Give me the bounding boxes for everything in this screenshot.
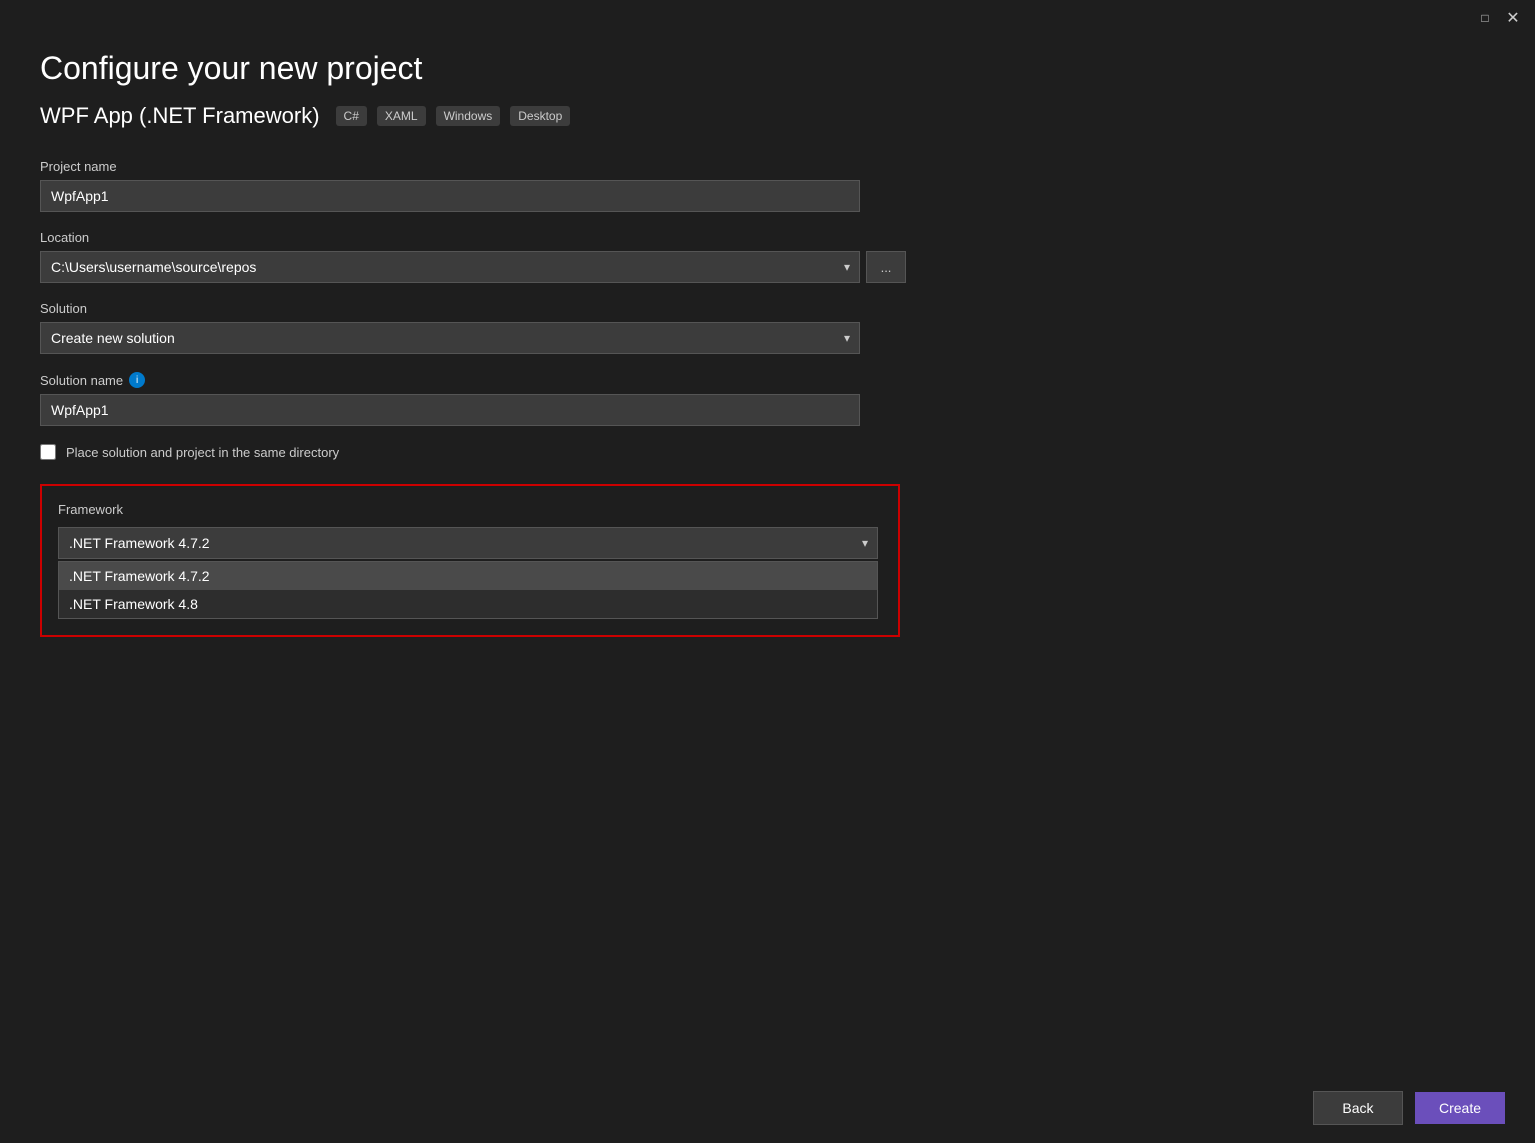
- framework-select-wrapper: .NET Framework 4.7.2.NET Framework 4.8: [58, 527, 878, 559]
- framework-section: Framework .NET Framework 4.7.2.NET Frame…: [40, 484, 900, 637]
- same-directory-checkbox[interactable]: [40, 444, 56, 460]
- solution-name-group: Solution name i: [40, 372, 1495, 426]
- location-select[interactable]: C:\Users\username\source\repos: [40, 251, 860, 283]
- solution-group: Solution Create new solutionAdd to solut…: [40, 301, 1495, 354]
- framework-option-472[interactable]: .NET Framework 4.7.2: [59, 562, 877, 590]
- framework-dropdown-list: .NET Framework 4.7.2 .NET Framework 4.8: [58, 561, 878, 619]
- solution-name-label: Solution name i: [40, 372, 1495, 388]
- tag-desktop: Desktop: [510, 106, 570, 126]
- project-name-input[interactable]: [40, 180, 860, 212]
- location-row: C:\Users\username\source\repos ...: [40, 251, 1495, 283]
- location-label: Location: [40, 230, 1495, 245]
- maximize-button[interactable]: □: [1475, 8, 1495, 28]
- framework-select[interactable]: .NET Framework 4.7.2.NET Framework 4.8: [58, 527, 878, 559]
- framework-option-48[interactable]: .NET Framework 4.8: [59, 590, 877, 618]
- project-type-name: WPF App (.NET Framework): [40, 103, 320, 129]
- create-button[interactable]: Create: [1415, 1092, 1505, 1124]
- title-bar: □ ✕: [1463, 0, 1535, 36]
- tag-xaml: XAML: [377, 106, 426, 126]
- back-button[interactable]: Back: [1313, 1091, 1403, 1125]
- main-content: Configure your new project WPF App (.NET…: [40, 40, 1495, 1063]
- solution-label: Solution: [40, 301, 1495, 316]
- same-directory-row: Place solution and project in the same d…: [40, 444, 1495, 460]
- same-directory-label[interactable]: Place solution and project in the same d…: [66, 445, 339, 460]
- browse-button[interactable]: ...: [866, 251, 906, 283]
- project-name-group: Project name: [40, 159, 1495, 212]
- location-group: Location C:\Users\username\source\repos …: [40, 230, 1495, 283]
- solution-select-wrapper: Create new solutionAdd to solution: [40, 322, 860, 354]
- project-name-label: Project name: [40, 159, 1495, 174]
- bottom-bar: Back Create: [0, 1073, 1535, 1143]
- solution-name-info-icon[interactable]: i: [129, 372, 145, 388]
- tag-csharp: C#: [336, 106, 367, 126]
- project-type-row: WPF App (.NET Framework) C# XAML Windows…: [40, 103, 1495, 129]
- solution-select[interactable]: Create new solutionAdd to solution: [40, 322, 860, 354]
- framework-label: Framework: [58, 502, 882, 517]
- close-button[interactable]: ✕: [1503, 8, 1523, 28]
- location-select-wrapper: C:\Users\username\source\repos: [40, 251, 860, 283]
- solution-name-input[interactable]: [40, 394, 860, 426]
- page-title: Configure your new project: [40, 50, 1495, 87]
- tag-windows: Windows: [436, 106, 501, 126]
